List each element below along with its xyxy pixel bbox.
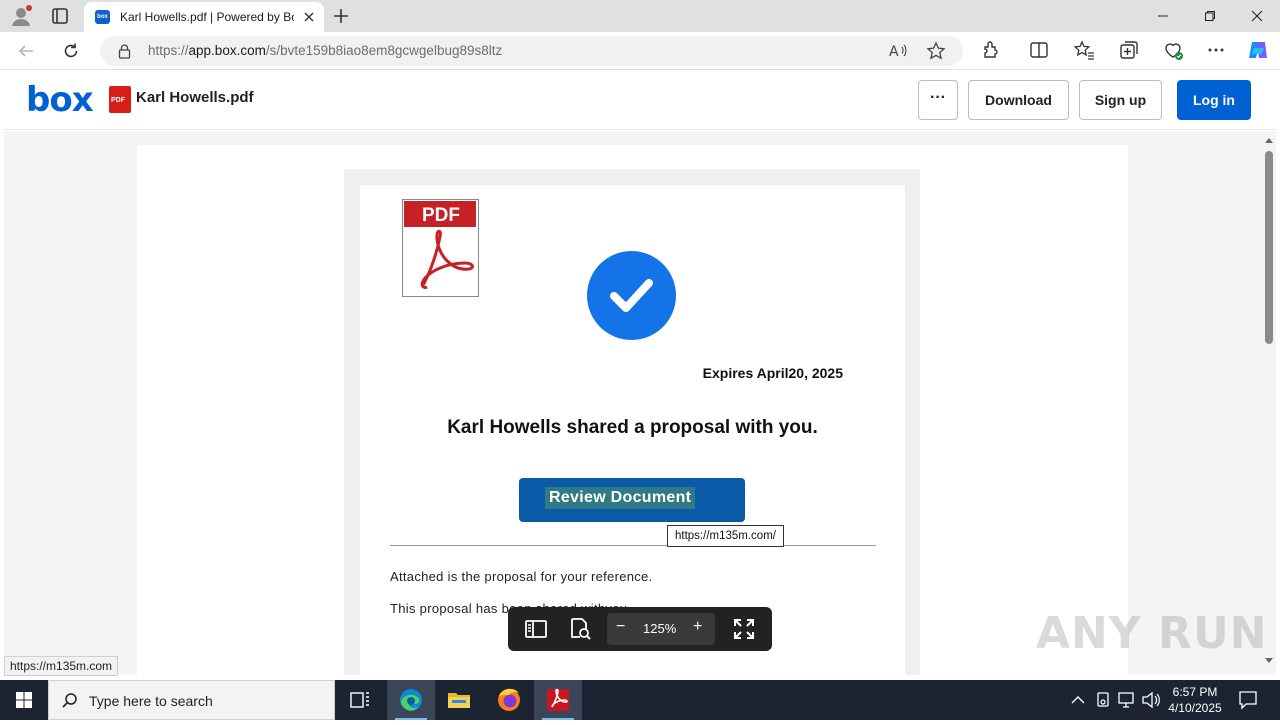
review-document-button[interactable]: Review Document: [519, 478, 745, 522]
zoom-controls: − 125% +: [607, 613, 715, 645]
log-in-button[interactable]: Log in: [1177, 80, 1251, 120]
search-icon: [62, 693, 77, 708]
box-favicon-icon: box: [95, 10, 110, 24]
browser-toolbar: https://app.box.com/s/bvte159b8iao8em8gc…: [0, 32, 1280, 70]
scrollbar-thumb[interactable]: [1265, 151, 1273, 344]
review-document-label[interactable]: Review Document: [545, 487, 696, 509]
svg-text:A: A: [889, 44, 899, 60]
body-text-line-1: Attached is the proposal for your refere…: [390, 569, 653, 584]
task-view-icon[interactable]: [336, 680, 384, 720]
browser-tab-strip: box Karl Howells.pdf | Powered by Box: [0, 0, 1280, 32]
tab-close-icon[interactable]: [301, 9, 317, 25]
device-icon[interactable]: [1093, 680, 1113, 720]
tab-actions-icon[interactable]: [48, 5, 72, 27]
more-options-button[interactable]: ···: [918, 80, 958, 120]
verified-check-icon: [587, 251, 676, 340]
file-explorer-icon[interactable]: [435, 680, 483, 720]
tab-active[interactable]: box Karl Howells.pdf | Powered by Box: [84, 2, 324, 32]
favorite-star-icon[interactable]: [926, 41, 946, 61]
search-placeholder: Type here to search: [89, 693, 213, 709]
new-tab-icon[interactable]: [330, 5, 352, 27]
minimize-icon[interactable]: [1140, 0, 1186, 32]
box-header: box PDF Karl Howells.pdf ··· Download Si…: [4, 70, 1276, 130]
share-headline: Karl Howells shared a proposal with you.: [447, 417, 818, 438]
close-window-icon[interactable]: [1234, 0, 1280, 32]
taskbar-search-box[interactable]: Type here to search: [48, 680, 335, 720]
collections-icon[interactable]: [1118, 39, 1140, 61]
more-menu-icon[interactable]: [1205, 39, 1227, 61]
file-name: Karl Howells.pdf: [136, 89, 254, 106]
expiry-date: Expires April20, 2025: [702, 365, 843, 381]
viewer-toolbar: − 125% +: [508, 607, 772, 651]
system-clock[interactable]: 6:57 PM 4/10/2025: [1158, 684, 1232, 716]
sign-up-button[interactable]: Sign up: [1079, 80, 1162, 120]
zoom-in-button[interactable]: +: [693, 618, 702, 636]
divider: [390, 545, 876, 546]
acrobat-icon[interactable]: [534, 680, 582, 720]
tab-title: Karl Howells.pdf | Powered by Box: [120, 10, 294, 24]
read-aloud-icon[interactable]: A: [888, 42, 908, 60]
pdf-viewer[interactable]: PDF Expires April20, 2025 Karl Howells s…: [4, 131, 1262, 675]
lock-icon[interactable]: [118, 44, 131, 59]
back-icon[interactable]: [12, 38, 40, 64]
restore-icon[interactable]: [1187, 0, 1233, 32]
windows-taskbar: Type here to search 6:57 PM 4/10/2025: [0, 680, 1280, 720]
profile-icon[interactable]: [10, 5, 32, 27]
refresh-icon[interactable]: [57, 38, 85, 64]
zoom-out-button[interactable]: −: [616, 618, 625, 636]
zoom-level: 125%: [643, 621, 677, 636]
download-button[interactable]: Download: [968, 80, 1069, 120]
sidebar-toggle-icon[interactable]: [524, 617, 548, 641]
fullscreen-icon[interactable]: [732, 617, 756, 641]
browser-essentials-icon[interactable]: [1162, 39, 1184, 61]
split-screen-icon[interactable]: [1028, 39, 1050, 61]
address-bar[interactable]: https://app.box.com/s/bvte159b8iao8em8gc…: [100, 36, 963, 66]
vertical-scrollbar[interactable]: [1262, 131, 1276, 675]
email-body: PDF Expires April20, 2025 Karl Howells s…: [360, 185, 905, 675]
status-bar-url: https://m135m.com: [4, 656, 119, 676]
link-tooltip: https://m135m.com/: [667, 525, 784, 547]
firefox-icon[interactable]: [485, 680, 533, 720]
pdf-page: PDF Expires April20, 2025 Karl Howells s…: [137, 145, 1128, 675]
anyrun-watermark: ANY RUN: [1036, 608, 1268, 659]
clock-time: 6:57 PM: [1172, 685, 1218, 699]
clock-date: 4/10/2025: [1168, 701, 1222, 715]
pdf-document-icon: PDF: [402, 199, 479, 297]
show-hidden-icons[interactable]: [1068, 680, 1088, 720]
pdf-file-icon: PDF: [109, 86, 131, 113]
windows-start-icon[interactable]: [0, 680, 48, 720]
notifications-icon[interactable]: [1236, 680, 1260, 720]
favorites-icon[interactable]: [1073, 39, 1095, 61]
edge-taskbar-icon[interactable]: [387, 680, 435, 720]
scroll-up-icon[interactable]: [1265, 137, 1273, 143]
find-in-document-icon[interactable]: [568, 617, 592, 641]
svg-text:PDF: PDF: [422, 205, 460, 226]
extensions-icon[interactable]: [980, 39, 1002, 61]
copilot-icon[interactable]: [1246, 38, 1270, 62]
url-text[interactable]: https://app.box.com/s/bvte159b8iao8em8gc…: [148, 43, 502, 58]
network-icon[interactable]: [1116, 680, 1138, 720]
email-frame: PDF Expires April20, 2025 Karl Howells s…: [344, 169, 920, 675]
box-logo[interactable]: box: [26, 80, 94, 120]
